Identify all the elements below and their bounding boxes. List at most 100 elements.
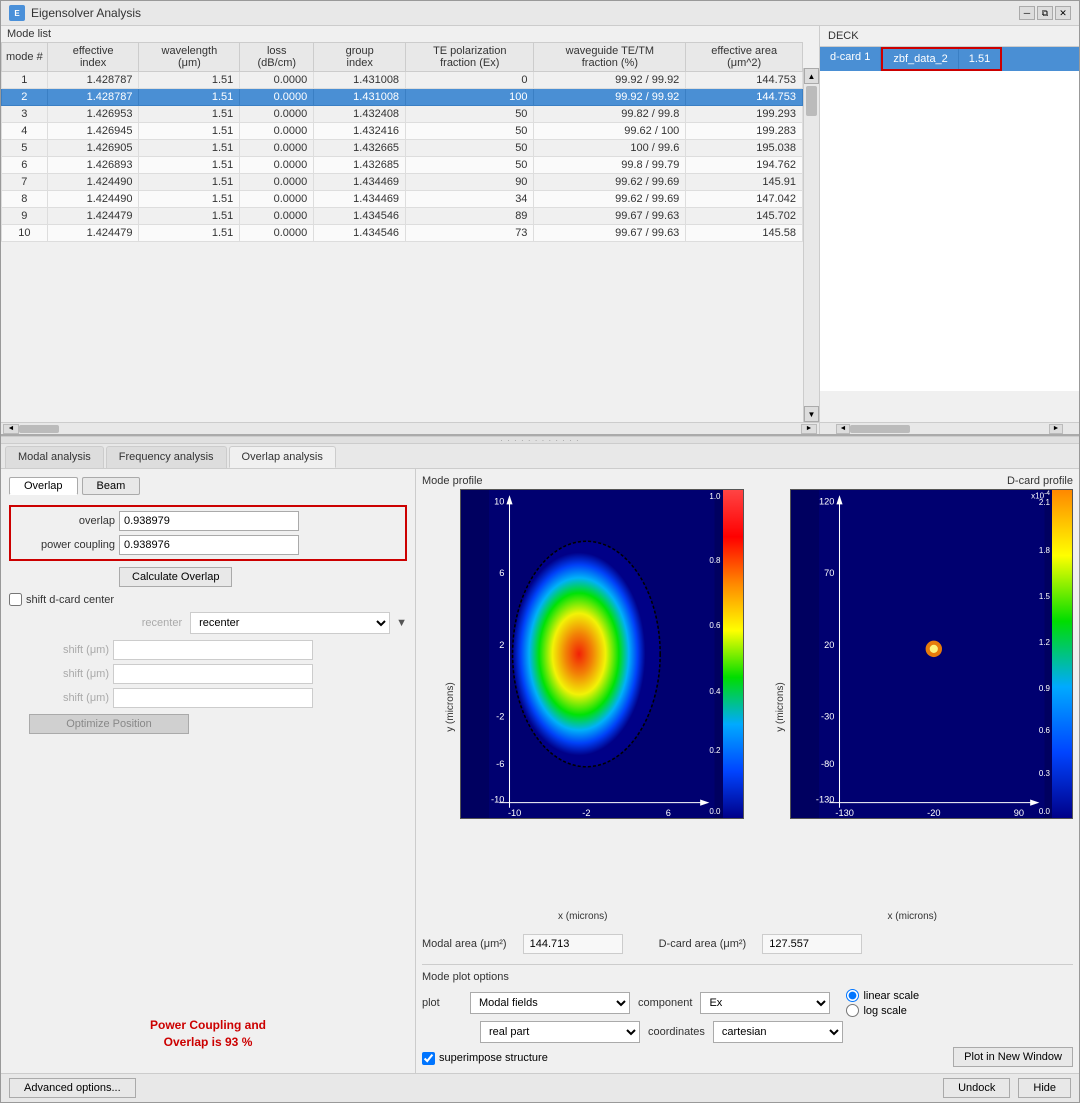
optimize-btn-row: Optimize Position: [9, 714, 407, 734]
deck-hscroll[interactable]: ◄ ►: [820, 422, 1079, 434]
table-cell: 1.424490: [47, 191, 139, 208]
linear-scale-radio[interactable]: [846, 989, 859, 1002]
table-cell: 199.283: [686, 123, 803, 140]
plot-select[interactable]: Modal fields: [470, 992, 630, 1014]
scroll-track[interactable]: [804, 84, 819, 406]
table-cell: 1.426905: [47, 140, 139, 157]
table-row[interactable]: 101.4244791.510.00001.4345467399.67 / 99…: [2, 225, 803, 242]
horizontal-scrollbar[interactable]: ◄ ►: [1, 422, 819, 434]
shift-z-input[interactable]: [113, 688, 313, 708]
table-cell: 0.0000: [240, 174, 314, 191]
dcard-colorbar-gradient: [1052, 490, 1072, 818]
advanced-options-button[interactable]: Advanced options...: [9, 1078, 136, 1098]
dcard-profile-title: D-card profile: [752, 475, 1074, 487]
dcard-cb-06: 0.6: [1039, 726, 1050, 735]
close-button[interactable]: ✕: [1055, 6, 1071, 20]
dcard-x-axis-label: x (microns): [888, 911, 937, 922]
deck-col-2[interactable]: zbf_data_2: [883, 49, 958, 69]
shift-y-label: shift (μm): [29, 668, 109, 680]
dcard-y-axis-label: y (microns): [775, 682, 786, 731]
table-row[interactable]: 21.4287871.510.00001.43100810099.92 / 99…: [2, 89, 803, 106]
app-icon: E: [9, 5, 25, 21]
dcard-cb-03: 0.3: [1039, 769, 1050, 778]
profiles-row: Mode profile y (microns) x (microns): [422, 475, 1073, 924]
deck-col-3[interactable]: 1.51: [959, 49, 1000, 69]
shift-y-input[interactable]: [113, 664, 313, 684]
table-row[interactable]: 71.4244901.510.00001.4344699099.62 / 99.…: [2, 174, 803, 191]
table-cell: 1.51: [139, 191, 240, 208]
table-cell: 0.0000: [240, 157, 314, 174]
log-scale-label: log scale: [863, 1005, 906, 1017]
optimize-position-button[interactable]: Optimize Position: [29, 714, 189, 734]
tab-overlap-analysis[interactable]: Overlap analysis: [229, 446, 336, 468]
table-cell: 1.434546: [314, 208, 406, 225]
table-cell: 1.426953: [47, 106, 139, 123]
mode-profile-title: Mode profile: [422, 475, 744, 487]
table-row[interactable]: 81.4244901.510.00001.4344693499.62 / 99.…: [2, 191, 803, 208]
h-scroll-thumb: [19, 425, 59, 433]
table-cell: 1.51: [139, 208, 240, 225]
dcard-area-input[interactable]: [762, 934, 862, 954]
mode-colorbar: [723, 490, 743, 818]
overlap-tab-beam[interactable]: Beam: [82, 477, 141, 495]
deck-col-1[interactable]: d-card 1: [820, 47, 881, 71]
bottom-right-buttons: Undock Hide: [943, 1078, 1071, 1098]
mode-colorbar-04: 0.4: [709, 687, 720, 696]
svg-text:-2: -2: [582, 808, 590, 818]
mode-plot-svg: 10 6 2 -2 -6 -10 -10 -2 6: [461, 490, 743, 818]
power-coupling-input[interactable]: [119, 535, 299, 555]
coordinates-select[interactable]: cartesian: [713, 1021, 843, 1043]
overlap-tab-overlap[interactable]: Overlap: [9, 477, 78, 495]
table-cell: 99.62 / 99.69: [534, 191, 686, 208]
table-row[interactable]: 11.4287871.510.00001.431008099.92 / 99.9…: [2, 72, 803, 89]
minimize-button[interactable]: ─: [1019, 6, 1035, 20]
plot-new-window-button[interactable]: Plot in New Window: [953, 1047, 1073, 1067]
shift-x-input[interactable]: [113, 640, 313, 660]
svg-text:10: 10: [494, 496, 504, 506]
table-cell: 1.434469: [314, 174, 406, 191]
svg-text:-80: -80: [821, 759, 834, 769]
table-cell: 1.432665: [314, 140, 406, 157]
scroll-down-button[interactable]: ▼: [804, 406, 819, 422]
mode-colorbar-02: 0.2: [709, 746, 720, 755]
shift-inputs: shift (μm) shift (μm) shift (μm): [29, 640, 407, 708]
modal-area-input[interactable]: [523, 934, 623, 954]
superimpose-checkbox[interactable]: [422, 1052, 435, 1065]
undock-button[interactable]: Undock: [943, 1078, 1010, 1098]
log-scale-radio[interactable]: [846, 1004, 859, 1017]
plot-options-row2: real part coordinates cartesian: [422, 1021, 1073, 1043]
dcard-colorbar: [1052, 490, 1072, 818]
table-cell: 50: [406, 106, 534, 123]
shift-checkbox[interactable]: [9, 593, 22, 606]
recenter-select[interactable]: recenter: [190, 612, 390, 634]
mode-list-label: Mode list: [1, 26, 819, 42]
table-cell: 1.424479: [47, 208, 139, 225]
table-cell: 1.431008: [314, 89, 406, 106]
part-select[interactable]: real part: [480, 1021, 640, 1043]
power-coupling-row: power coupling: [15, 535, 401, 555]
restore-button[interactable]: ⧉: [1037, 6, 1053, 20]
tab-frequency-analysis[interactable]: Frequency analysis: [106, 446, 227, 468]
table-row[interactable]: 41.4269451.510.00001.4324165099.62 / 100…: [2, 123, 803, 140]
dcard-profile-section: D-card profile y (microns) x (microns): [752, 475, 1074, 924]
dcard-plot-canvas: 120 70 20 -30 -80 -130 -130 -20 90: [790, 489, 1074, 819]
table-cell: 99.92 / 99.92: [534, 72, 686, 89]
table-row[interactable]: 31.4269531.510.00001.4324085099.82 / 99.…: [2, 106, 803, 123]
table-cell: 8: [2, 191, 48, 208]
vertical-scrollbar[interactable]: ▲ ▼: [803, 68, 819, 422]
table-cell: 99.62 / 99.69: [534, 174, 686, 191]
dcard-cb-09: 0.9: [1039, 684, 1050, 693]
divider-handle[interactable]: · · · · · · · · · · · ·: [1, 436, 1079, 444]
overlap-input[interactable]: [119, 511, 299, 531]
table-row[interactable]: 51.4269051.510.00001.43266550100 / 99.61…: [2, 140, 803, 157]
table-cell: 99.92 / 99.92: [534, 89, 686, 106]
tab-modal-analysis[interactable]: Modal analysis: [5, 446, 104, 468]
table-row[interactable]: 61.4268931.510.00001.4326855099.8 / 99.7…: [2, 157, 803, 174]
table-row[interactable]: 91.4244791.510.00001.4345468999.67 / 99.…: [2, 208, 803, 225]
scroll-up-button[interactable]: ▲: [804, 68, 819, 84]
calculate-overlap-button[interactable]: Calculate Overlap: [119, 567, 232, 587]
table-cell: 90: [406, 174, 534, 191]
hide-button[interactable]: Hide: [1018, 1078, 1071, 1098]
component-select[interactable]: Ex: [700, 992, 830, 1014]
recenter-label: recenter: [142, 617, 182, 629]
